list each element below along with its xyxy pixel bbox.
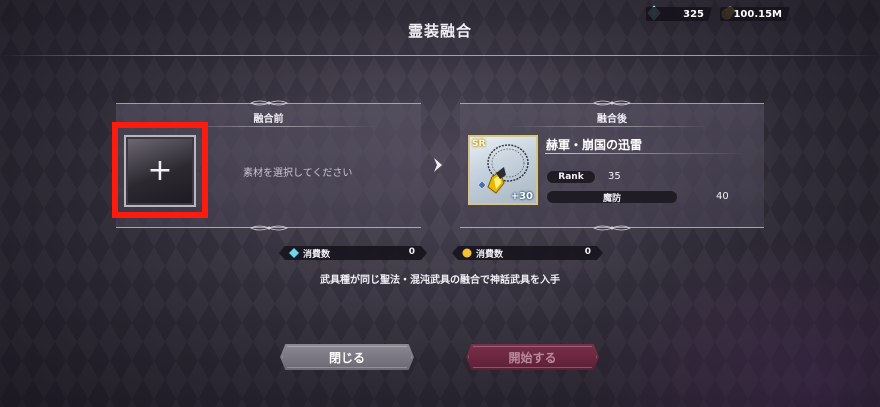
gold-consumption: 消費数 0 (452, 246, 603, 260)
magic-defense-label: 魔防 (547, 191, 677, 204)
rarity-badge: SR (472, 139, 486, 149)
gem-consumption-value: 0 (408, 247, 415, 257)
rank-label: Rank (547, 171, 595, 183)
rank-value: 35 (608, 171, 621, 182)
ornament-icon (593, 100, 631, 106)
name-divider (545, 153, 745, 154)
arrow-right-icon (434, 158, 442, 172)
close-button-label: 閉じる (328, 350, 365, 365)
gem-consumption: 消費数 0 (279, 246, 427, 260)
start-button[interactable]: 開始する (466, 344, 599, 370)
fusion-description: 武具種が同じ聖法・混沌武具の融合で神話武具を入手 (320, 275, 560, 286)
gold-consumption-label: 消費数 (476, 250, 504, 260)
close-button[interactable]: 閉じる (280, 344, 414, 370)
item-name: 赫軍・崩国の迅雷 (546, 138, 643, 152)
header-divider (510, 126, 710, 127)
ornament-icon (249, 225, 288, 231)
gem-consumption-label: 消費数 (303, 250, 331, 260)
ornament-icon (249, 100, 288, 106)
gem-icon (289, 248, 299, 258)
page-title: 霊装融合 (407, 22, 472, 40)
magic-defense-value: 40 (716, 191, 729, 202)
after-fusion-title: 融合後 (597, 114, 627, 125)
start-button-label: 開始する (508, 350, 557, 365)
gold-amount: 100.15M (733, 8, 782, 20)
gold-icon (462, 248, 472, 258)
add-material-slot[interactable]: + (124, 135, 196, 207)
result-item-card[interactable]: SR +30 (468, 135, 538, 205)
plus-level: +30 (510, 191, 533, 202)
gold-consumption-value: 0 (584, 247, 591, 257)
select-material-hint: 素材を選択してください (243, 168, 353, 179)
plus-icon: + (147, 153, 173, 188)
ornament-icon (593, 225, 631, 231)
title-divider (0, 55, 880, 56)
gem-amount: 325 (683, 8, 704, 20)
